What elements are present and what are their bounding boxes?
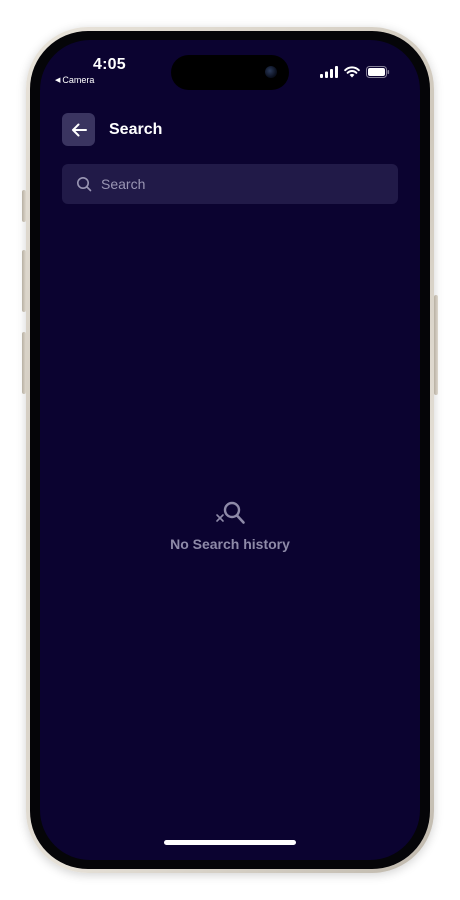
empty-state: No Search history [40,498,420,552]
front-camera [265,66,277,78]
search-input[interactable] [101,176,381,192]
cellular-signal-icon [320,66,338,78]
page-title: Search [109,120,163,138]
volume-down-button [22,332,26,394]
status-time: 4:05 [93,56,126,73]
search-off-icon [216,501,245,524]
app-screen: 4:05 ◀ Camera Search Search No Search hi… [40,40,420,860]
volume-up-button [22,250,26,312]
search-icon [77,177,92,192]
page-header: Search [62,113,162,146]
home-indicator[interactable] [164,840,296,845]
search-field[interactable] [62,164,398,204]
status-indicators [320,66,390,78]
status-back-app-label: Camera [62,75,95,85]
back-button[interactable] [62,113,95,146]
power-button [434,295,438,395]
action-button [22,190,26,222]
wifi-icon [344,66,360,78]
empty-state-message: No Search history [170,536,290,552]
status-back-to-app[interactable]: ◀ Camera [55,75,94,85]
dynamic-island [171,55,289,90]
arrow-left-icon [71,123,87,136]
back-triangle-icon: ◀ [55,77,61,84]
battery-icon [366,66,390,78]
